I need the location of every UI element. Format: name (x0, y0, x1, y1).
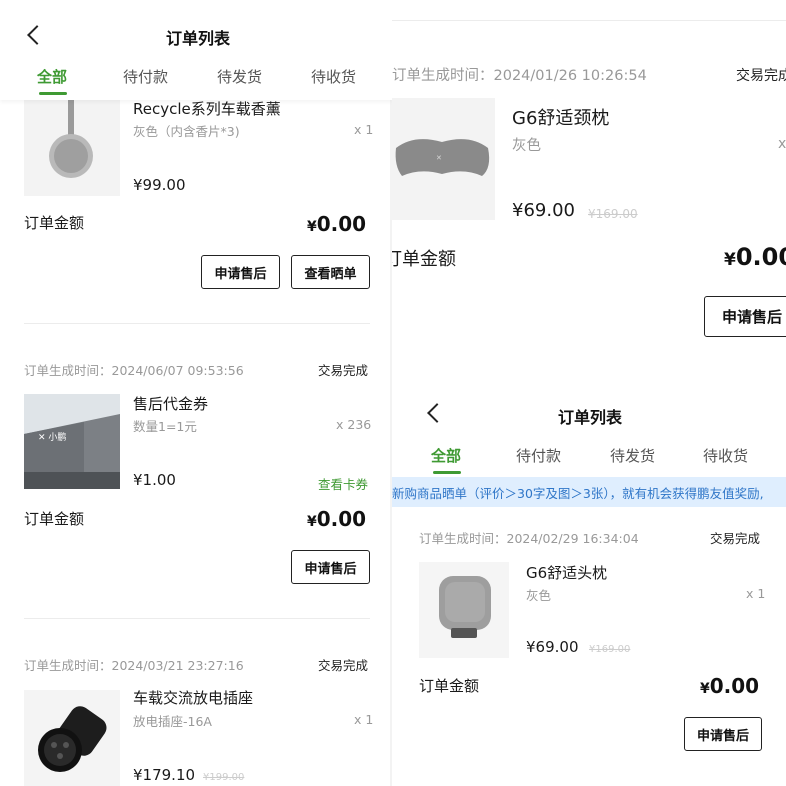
view-voucher-link[interactable]: 查看卡券 (318, 474, 368, 493)
amount-value: 0.00 (735, 243, 786, 271)
product-price: ¥1.00 (133, 471, 176, 489)
product-price: ¥69.00 (526, 638, 579, 656)
order-divider (392, 20, 786, 21)
page-title: 订单列表 (166, 29, 231, 48)
product-qty: x 1 (354, 712, 374, 727)
view-review-button[interactable]: 查看晒单 (291, 255, 370, 289)
order-created-time: 订单生成时间：2024/01/26 10:26:54 (392, 68, 647, 84)
product-spec: 放电插座-16A (133, 714, 212, 729)
order-amount: ¥0.00 (724, 243, 786, 271)
currency-symbol: ¥ (724, 250, 736, 270)
tab-pending-receipt[interactable]: 待收货 (311, 66, 356, 87)
original-price: ¥169.00 (588, 207, 638, 221)
active-tab-indicator (39, 92, 67, 95)
order-divider (24, 618, 370, 619)
product-spec: 数量1=1元 (133, 419, 197, 434)
banner-text: 新购商品晒单（评价＞30字及图＞3张），就有机会获得鹏友值奖励, (392, 485, 764, 501)
amount-value: 0.00 (316, 212, 367, 236)
currency-symbol: ¥ (700, 681, 710, 697)
right-bottom-screen: 订单列表 全部 待付款 待发货 待收货 新购商品晒单（评价＞30字及图＞3张），… (392, 376, 786, 786)
product-price: ¥99.00 (133, 176, 186, 194)
left-screen: 订单列表 全部 待付款 待发货 待收货 Recycle系列车载香薰 灰色（内含香… (0, 0, 392, 786)
currency-symbol: ¥ (307, 514, 317, 530)
original-price: ¥199.00 (203, 772, 245, 783)
original-price: ¥169.00 (589, 644, 631, 655)
product-qty: x 1 (354, 122, 374, 137)
product-image-headrest[interactable] (419, 562, 509, 658)
product-qty: x 236 (336, 417, 372, 432)
tab-all[interactable]: 全部 (37, 66, 67, 87)
order-status: 交易完成 (736, 68, 786, 84)
pillow-logo: ✕ (436, 154, 442, 162)
tab-pending-shipment[interactable]: 待发货 (610, 445, 655, 466)
after-sales-button[interactable]: 申请售后 (704, 296, 786, 337)
brand-logo: ✕ 小鹏 (38, 431, 66, 443)
product-image-neck-pillow[interactable]: ✕ (392, 98, 495, 220)
page-title: 订单列表 (558, 408, 623, 427)
product-spec: 灰色（内含香片*3) (133, 124, 240, 139)
product-image-aromatherapy[interactable] (24, 94, 120, 196)
order-created-time: 订单生成时间：2024/03/21 23:27:16 (24, 658, 244, 673)
right-top-screen: 订单生成时间：2024/01/26 10:26:54 交易完成 ✕ G6舒适颈枕… (392, 0, 786, 376)
order-divider (24, 323, 370, 324)
active-tab-indicator (433, 471, 461, 474)
tab-pending-payment[interactable]: 待付款 (516, 445, 561, 466)
after-sales-button[interactable]: 申请售后 (291, 550, 370, 584)
product-name: 售后代金券 (133, 395, 209, 413)
tab-pending-receipt[interactable]: 待收货 (703, 445, 748, 466)
after-sales-button[interactable]: 申请售后 (684, 717, 762, 751)
product-name: G6舒适头枕 (526, 564, 608, 582)
order-created-time: 订单生成时间：2024/06/07 09:53:56 (24, 363, 244, 378)
review-reward-banner[interactable]: 新购商品晒单（评价＞30字及图＞3张），就有机会获得鹏友值奖励, (392, 477, 786, 507)
order-created-time: 订单生成时间：2024/02/29 16:34:04 (419, 531, 639, 546)
tab-pending-shipment[interactable]: 待发货 (217, 66, 262, 87)
product-spec: 灰色 (512, 138, 541, 154)
product-spec: 灰色 (526, 588, 552, 603)
order-amount-label: 订单金额 (24, 214, 85, 232)
product-price: ¥179.10 (133, 766, 196, 784)
order-status: 交易完成 (710, 531, 761, 546)
product-image-voucher[interactable]: ✕ 小鹏 (24, 394, 120, 489)
product-qty: x (778, 136, 786, 152)
product-name: 车载交流放电插座 (133, 689, 254, 707)
order-amount: ¥0.00 (307, 212, 366, 236)
amount-value: 0.00 (316, 507, 367, 531)
product-qty: x 1 (746, 586, 766, 601)
amount-value: 0.00 (709, 674, 760, 698)
order-status: 交易完成 (318, 658, 369, 673)
order-status: 交易完成 (318, 363, 369, 378)
back-icon[interactable] (27, 25, 47, 45)
product-name: G6舒适颈枕 (512, 108, 610, 129)
product-image-socket[interactable] (24, 690, 120, 786)
order-amount-label: 订单金额 (419, 677, 480, 695)
currency-symbol: ¥ (307, 219, 317, 235)
page-header: 订单列表 全部 待付款 待发货 待收货 (0, 0, 392, 100)
order-amount-label: 订单金额 (24, 510, 85, 528)
tab-all[interactable]: 全部 (431, 445, 461, 466)
order-amount: ¥0.00 (700, 674, 759, 698)
product-price: ¥69.00 (512, 200, 575, 221)
product-name: Recycle系列车载香薰 (133, 100, 281, 118)
order-amount: ¥0.00 (307, 507, 366, 531)
after-sales-button[interactable]: 申请售后 (201, 255, 280, 289)
back-icon[interactable] (427, 403, 447, 423)
order-amount-label: 订单金额 (392, 249, 456, 270)
tab-pending-payment[interactable]: 待付款 (123, 66, 168, 87)
